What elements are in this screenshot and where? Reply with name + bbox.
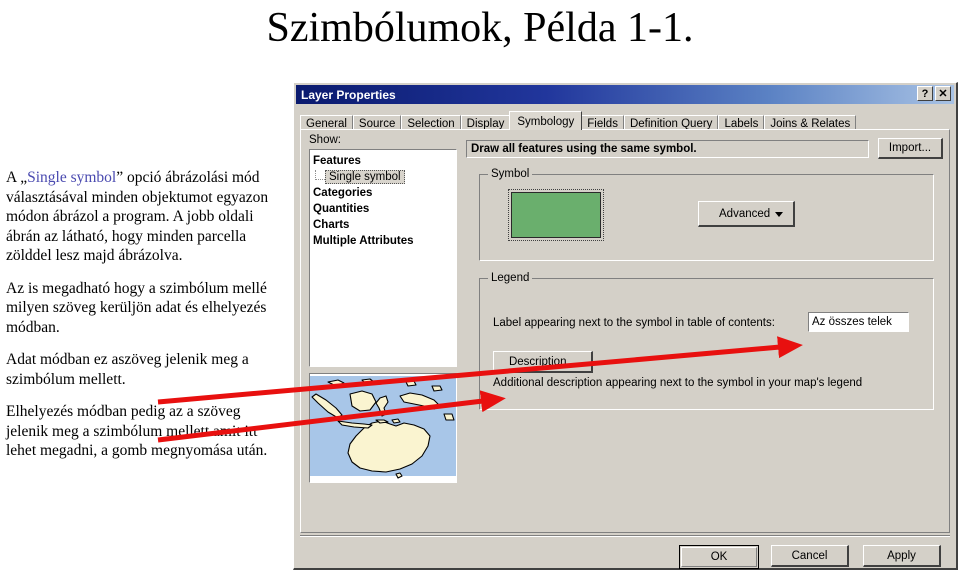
show-label: Show: [309, 134, 341, 146]
tab-display[interactable]: Display [460, 115, 511, 130]
paragraph-1-before: A „ [6, 169, 28, 186]
symbol-swatch-color [511, 192, 601, 238]
tree-item-charts[interactable]: Charts [313, 217, 456, 233]
cancel-button[interactable]: Cancel [771, 545, 849, 567]
map-preview [309, 373, 457, 483]
ok-button-label: OK [681, 547, 757, 567]
tab-labels[interactable]: Labels [718, 115, 765, 130]
legend-label-input[interactable]: Az összes telek [808, 312, 909, 332]
help-icon[interactable]: ? [917, 86, 933, 101]
symbol-groupbox: Symbol Advanced [479, 168, 934, 261]
tab-definition-query[interactable]: Definition Query [623, 115, 719, 130]
layer-properties-dialog: Layer Properties ? ✕ General Source Sele… [293, 82, 958, 570]
legend-label-text: Label appearing next to the symbol in ta… [493, 317, 775, 329]
map-preview-graphic [310, 376, 456, 479]
tree-elbow-icon [315, 170, 325, 180]
symbol-swatch-button[interactable] [508, 189, 604, 241]
dialog-title: Layer Properties [301, 87, 396, 102]
dialog-titlebar: Layer Properties ? ✕ [296, 85, 954, 104]
dialog-button-row: OK Cancel Apply [294, 535, 955, 569]
advanced-button-label: Advanced [719, 207, 771, 220]
description-button[interactable]: Description... [493, 351, 593, 373]
tab-strip: General Source Selection Display Symbolo… [300, 110, 950, 131]
ok-button[interactable]: OK [679, 545, 759, 569]
symbol-group-title: Symbol [488, 168, 533, 180]
legend-group-title: Legend [488, 272, 533, 284]
page-title: Szimbólumok, Példa 1-1. [266, 5, 694, 51]
divider [300, 535, 950, 537]
tree-item-single-symbol[interactable]: Single symbol [313, 169, 456, 185]
paragraph-1: A „Single symbol” opció ábrázolási mód v… [6, 168, 278, 266]
chevron-down-icon [775, 211, 783, 217]
tab-joins-relates[interactable]: Joins & Relates [764, 115, 857, 130]
tree-item-multiple-attributes[interactable]: Multiple Attributes [313, 233, 456, 249]
tree-item-quantities[interactable]: Quantities [313, 201, 456, 217]
draw-description-banner: Draw all features using the same symbol. [466, 140, 869, 158]
tab-selection[interactable]: Selection [401, 115, 461, 130]
tree-item-categories[interactable]: Categories [313, 185, 456, 201]
import-button[interactable]: Import... [878, 138, 943, 159]
legend-groupbox: Legend Label appearing next to the symbo… [479, 272, 934, 410]
tab-general[interactable]: General [300, 115, 353, 130]
explanatory-text-column: A „Single symbol” opció ábrázolási mód v… [6, 168, 278, 474]
advanced-button[interactable]: Advanced [698, 201, 795, 227]
keyword-single-symbol: Single symbol [27, 169, 117, 186]
description-note: Additional description appearing next to… [493, 377, 863, 389]
tree-item-features[interactable]: Features [313, 153, 456, 169]
paragraph-4: Elhelyezés módban pedig az a szöveg jele… [6, 403, 268, 459]
tab-fields[interactable]: Fields [581, 115, 624, 130]
symbology-show-tree[interactable]: Features Single symbol Categories Quanti… [309, 149, 457, 367]
symbology-tab-page: Show: Features Single symbol Categories … [300, 129, 950, 533]
paragraph-3: Adat módban ez aszöveg jelenik meg a szi… [6, 351, 249, 388]
paragraph-2: Az is megadható hogy a szimbólum mellé m… [6, 279, 267, 336]
tree-item-single-symbol-label: Single symbol [325, 170, 405, 184]
tab-symbology[interactable]: Symbology [509, 111, 583, 130]
close-icon[interactable]: ✕ [935, 86, 951, 101]
apply-button[interactable]: Apply [863, 545, 941, 567]
tab-source[interactable]: Source [352, 115, 402, 130]
